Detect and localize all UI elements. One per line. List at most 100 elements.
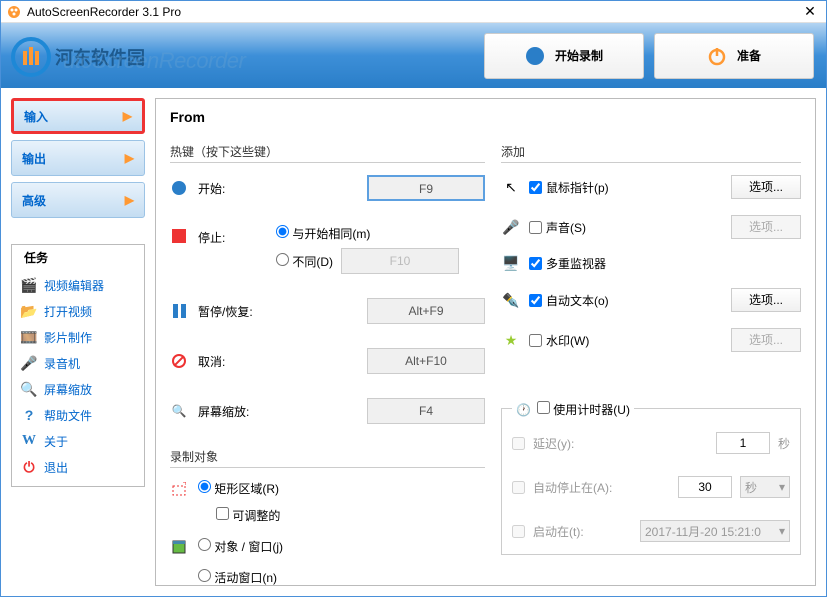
- stop-square-icon: [170, 225, 188, 243]
- add-group-label: 添加: [501, 143, 801, 163]
- help-icon: ?: [20, 406, 38, 424]
- folder-icon: 📂: [20, 302, 38, 320]
- starton-label: 启动在(t):: [533, 523, 584, 540]
- pointer-icon: ↖: [501, 179, 521, 196]
- close-icon[interactable]: ✕: [800, 3, 820, 20]
- add-pointer-label: 鼠标指针(p): [546, 179, 609, 196]
- record-object-radio[interactable]: 对象 / 窗口(j): [198, 538, 283, 555]
- use-timer-label: 使用计时器(U): [553, 403, 630, 417]
- mic-icon: 🎤: [20, 354, 38, 372]
- add-watermark-check[interactable]: 水印(W): [529, 332, 723, 349]
- record-rect-label: 矩形区域(R): [214, 482, 279, 496]
- add-watermark-row: ★ 水印(W) 选项...: [501, 328, 801, 352]
- zoom-icon: 🔍: [20, 380, 38, 398]
- start-circle-icon: [170, 181, 188, 195]
- autostop-unit-dropdown[interactable]: 秒▾: [740, 476, 790, 498]
- add-sound-check[interactable]: 声音(S): [529, 219, 723, 236]
- add-autotext-check[interactable]: 自动文本(o): [529, 292, 723, 309]
- zoom-icon: 🔍: [170, 404, 188, 418]
- nav-output-label: 输出: [22, 150, 46, 167]
- record-adjustable-check[interactable]: 可调整的: [216, 507, 280, 524]
- nav-advanced-label: 高级: [22, 192, 46, 209]
- hotkey-zoom-key[interactable]: F4: [367, 398, 485, 424]
- pointer-options-button[interactable]: 选项...: [731, 175, 801, 199]
- task-label: 录音机: [44, 355, 80, 372]
- record-rect-radio[interactable]: 矩形区域(R): [198, 480, 280, 497]
- prepare-button[interactable]: 准备: [654, 33, 814, 79]
- hotkey-start-label: 开始:: [198, 180, 266, 197]
- video-editor-icon: 🎬: [20, 276, 38, 294]
- window-icon: [170, 538, 188, 554]
- timer-title-row: 🕐 使用计时器(U): [512, 401, 634, 418]
- record-adjustable-label: 可调整的: [232, 509, 280, 523]
- add-monitor-row: 🖥️ 多重监视器: [501, 255, 801, 272]
- nav-advanced[interactable]: 高级 ▶: [11, 182, 145, 218]
- cancel-icon: [170, 354, 188, 368]
- hotkey-pause-key[interactable]: Alt+F9: [367, 298, 485, 324]
- chevron-right-icon: ▶: [125, 193, 134, 207]
- panel-title: From: [170, 109, 801, 125]
- stop-diff-radio[interactable]: 不同(D): [276, 253, 333, 270]
- sound-options-button: 选项...: [731, 215, 801, 239]
- timer-box: 🕐 使用计时器(U) 延迟(y): 秒 自动停止在(A):: [501, 408, 801, 555]
- autotext-options-button[interactable]: 选项...: [731, 288, 801, 312]
- add-monitor-check[interactable]: 多重监视器: [529, 255, 801, 272]
- clock-icon: 🕐: [516, 403, 531, 417]
- tasks-panel: 任务 🎬视频编辑器 📂打开视频 🎞️影片制作 🎤录音机 🔍屏幕缩放 ?帮助文件 …: [11, 244, 145, 487]
- hotkey-cancel-row: 取消: Alt+F10: [170, 348, 485, 374]
- record-active-radio[interactable]: 活动窗口(n): [198, 569, 277, 586]
- record-icon: [525, 46, 545, 66]
- nav-output[interactable]: 输出 ▶: [11, 140, 145, 176]
- tasks-title: 任务: [20, 249, 52, 266]
- task-about[interactable]: W 关于: [14, 428, 142, 454]
- hotkey-start-row: 开始: F9: [170, 175, 485, 201]
- active-window-icon: [170, 569, 188, 571]
- hotkey-start-key[interactable]: F9: [367, 175, 485, 201]
- use-timer-check[interactable]: 使用计时器(U): [537, 401, 630, 418]
- add-pointer-check[interactable]: 鼠标指针(p): [529, 179, 723, 196]
- start-record-button[interactable]: 开始录制: [484, 33, 644, 79]
- content-panel: From 热键（按下这些键） 开始: F9 停止: 与开始相同(m): [155, 98, 816, 586]
- exit-icon: ⏻: [20, 458, 38, 476]
- add-sound-label: 声音(S): [546, 219, 586, 236]
- film-icon: 🎞️: [20, 328, 38, 346]
- autostop-spinner[interactable]: [678, 476, 732, 498]
- task-zoom[interactable]: 🔍屏幕缩放: [14, 376, 142, 402]
- nav-input[interactable]: 输入▶: [11, 98, 145, 134]
- autostop-label: 自动停止在(A):: [533, 479, 612, 496]
- task-exit[interactable]: ⏻退出: [14, 454, 142, 480]
- autostop-check[interactable]: [512, 481, 525, 494]
- power-icon: [707, 46, 727, 66]
- hotkey-cancel-key[interactable]: Alt+F10: [367, 348, 485, 374]
- delay-spinner[interactable]: [716, 432, 770, 454]
- app-icon: [7, 5, 21, 19]
- hotkey-stop-label: 停止:: [198, 225, 266, 246]
- nav-input-label: 输入: [24, 108, 48, 125]
- about-icon: W: [20, 432, 38, 450]
- stop-diff-label: 不同(D): [292, 255, 333, 269]
- task-open-video[interactable]: 📂打开视频: [14, 298, 142, 324]
- task-label: 关于: [44, 433, 68, 450]
- task-help[interactable]: ?帮助文件: [14, 402, 142, 428]
- stop-same-label: 与开始相同(m): [292, 227, 370, 241]
- hotkey-pause-row: 暂停/恢复: Alt+F9: [170, 298, 485, 324]
- mic-icon: 🎤: [501, 219, 521, 236]
- task-recorder[interactable]: 🎤 录音机: [14, 350, 142, 376]
- monitors-icon: 🖥️: [501, 255, 521, 272]
- starton-datetime-dropdown[interactable]: 2017-11月-20 15:21:0▾: [640, 520, 790, 542]
- starton-check[interactable]: [512, 525, 525, 538]
- hotkey-stop-key[interactable]: F10: [341, 248, 459, 274]
- delay-check[interactable]: [512, 437, 525, 450]
- stop-same-radio[interactable]: 与开始相同(m): [276, 225, 459, 242]
- hotkeys-group-label: 热键（按下这些键）: [170, 143, 485, 163]
- task-label: 视频编辑器: [44, 277, 104, 294]
- starton-value: 2017-11月-20 15:21:0: [645, 523, 761, 540]
- task-video-editor[interactable]: 🎬 视频编辑器: [14, 272, 142, 298]
- add-autotext-label: 自动文本(o): [546, 292, 609, 309]
- hotkey-zoom-row: 🔍 屏幕缩放: F4: [170, 398, 485, 424]
- start-record-label: 开始录制: [555, 47, 603, 64]
- task-movie-maker[interactable]: 🎞️影片制作: [14, 324, 142, 350]
- record-group-label: 录制对象: [170, 448, 485, 468]
- record-active-row: 活动窗口(n): [170, 569, 485, 586]
- chevron-right-icon: ▶: [125, 151, 134, 165]
